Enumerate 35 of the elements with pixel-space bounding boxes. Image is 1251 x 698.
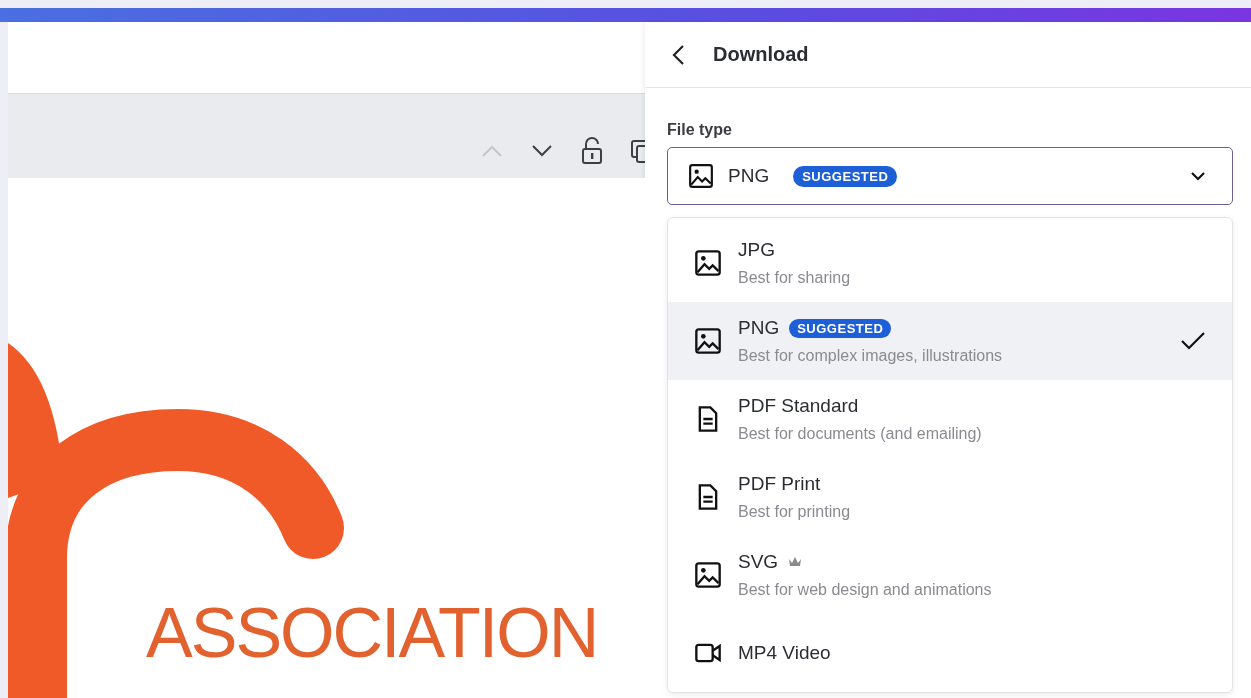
option-name: PDF Standard — [738, 395, 859, 417]
chevron-down-icon[interactable] — [531, 144, 553, 158]
file-type-label: File type — [667, 121, 733, 139]
selected-file-type: PNG — [728, 165, 770, 187]
image-icon — [694, 249, 722, 277]
caret-icon — [1190, 171, 1206, 181]
option-name: MP4 Video — [738, 642, 831, 664]
option-name: PNG — [738, 317, 780, 339]
duplicate-icon[interactable] — [631, 138, 645, 164]
image-icon — [688, 163, 714, 189]
image-icon — [694, 561, 722, 589]
option-name: SVG — [738, 551, 779, 573]
file-type-option[interactable]: PDF Print Best for printing — [668, 458, 1232, 536]
panel-title: Download — [713, 43, 809, 66]
file-type-option[interactable]: PNG SUGGESTED Best for complex images, illustrations — [668, 302, 1232, 380]
option-name: JPG — [738, 239, 775, 261]
file-type-option[interactable]: SVG Best for web design and animations — [668, 536, 1232, 614]
suggested-badge: SUGGESTED — [793, 165, 898, 187]
option-description: Best for documents (and emailing) — [738, 425, 982, 443]
option-description: Best for sharing — [738, 269, 851, 287]
lock-icon[interactable] — [581, 137, 603, 165]
file-type-option[interactable]: JPG Best for sharing — [668, 224, 1232, 302]
crown-icon — [788, 556, 803, 568]
logo-text: ASSOCIATION — [146, 598, 598, 668]
option-description: Best for complex images, illustrations — [738, 347, 1003, 365]
option-description: Best for printing — [738, 503, 851, 521]
option-name: PDF Print — [738, 473, 821, 495]
file-type-option[interactable]: PDF Standard Best for documents (and emailing) — [668, 380, 1232, 458]
file-type-dropdown[interactable]: PNG SUGGESTED — [667, 147, 1233, 205]
suggested-badge: SUGGESTED — [789, 318, 892, 338]
back-icon[interactable] — [671, 43, 685, 66]
image-icon — [694, 327, 722, 355]
option-description: Best for web design and animations — [738, 581, 992, 599]
file-type-option[interactable]: MP4 Video — [668, 614, 1232, 692]
checkmark-icon — [1180, 331, 1206, 351]
